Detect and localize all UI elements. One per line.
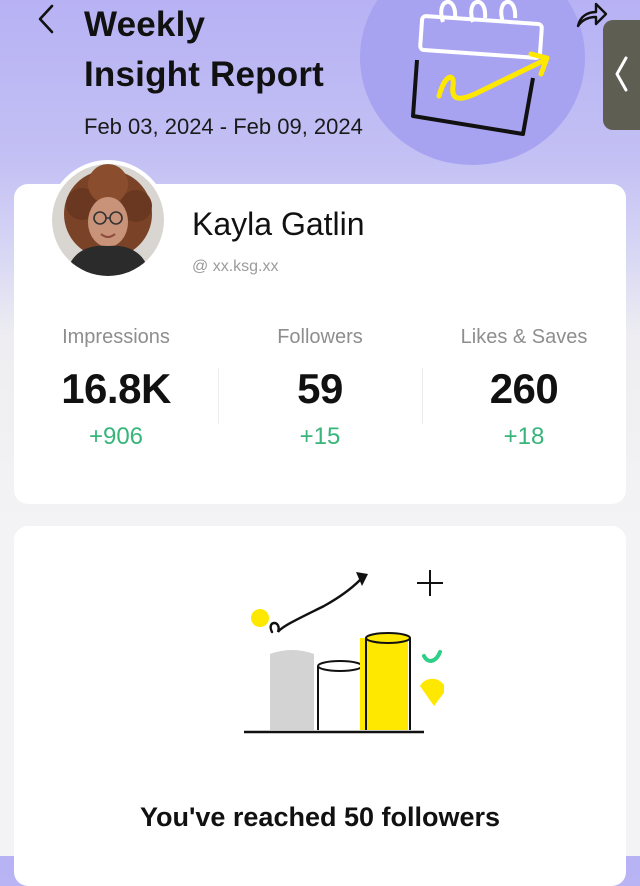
stat-impressions[interactable]: Impressions 16.8K +906 [14, 324, 218, 474]
stat-value: 16.8K [61, 365, 171, 412]
stat-value: 260 [489, 365, 559, 412]
avatar-photo [52, 164, 164, 276]
page-title-line2: Insight Report [84, 55, 325, 94]
profile-card: Kayla Gatlin @ xx.ksg.xx Impressions 16.… [14, 160, 626, 504]
back-button[interactable] [34, 2, 60, 36]
stat-label: Likes & Saves [460, 326, 588, 348]
stat-followers[interactable]: Followers 59 +15 [218, 324, 422, 474]
collapse-tab-icon [615, 56, 628, 92]
stat-delta: +906 [88, 423, 144, 450]
stat-delta: +15 [299, 423, 341, 450]
user-name: Kayla Gatlin [192, 206, 365, 242]
milestone-title: You've reached 50 followers [139, 802, 501, 832]
page-title: Weekly Insight Report [84, 0, 324, 100]
stat-likes-saves[interactable]: Likes & Saves 260 +18 [422, 324, 626, 474]
back-icon [38, 4, 54, 34]
stat-label: Impressions [62, 326, 170, 348]
page-title-line1: Weekly [84, 5, 206, 44]
stat-delta: +18 [503, 423, 545, 450]
side-collapse-tab[interactable] [603, 20, 640, 130]
stat-value: 59 [297, 365, 343, 412]
growth-bars-illustration [244, 570, 444, 734]
user-handle: @ xx.ksg.xx [192, 258, 279, 275]
stat-label: Followers [277, 326, 363, 348]
avatar[interactable] [48, 160, 168, 280]
milestone-card: You've reached 50 followers [14, 526, 626, 886]
stats-row: Impressions 16.8K +906 Followers 59 +15 … [14, 324, 626, 474]
calendar-growth-illustration [411, 0, 550, 136]
date-range: Feb 03, 2024 - Feb 09, 2024 [84, 114, 363, 139]
